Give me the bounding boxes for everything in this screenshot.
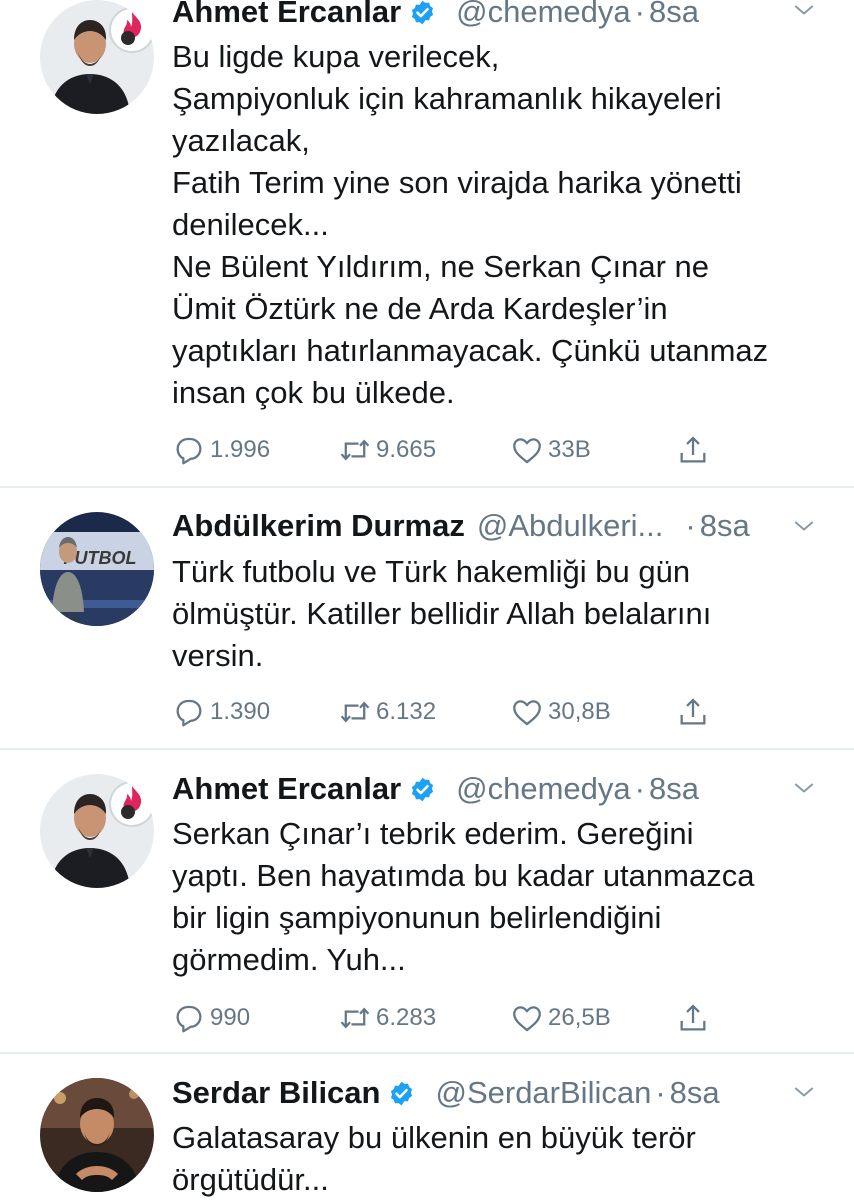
dot-separator: · — [685, 508, 696, 543]
dot-separator: · — [634, 771, 645, 806]
tweet-text-line: ölmüştür. Katiller bellidir Allah belala… — [172, 596, 712, 631]
tweet-text-line: örgütüdür... — [172, 1162, 329, 1197]
share-icon — [676, 1001, 710, 1035]
share-icon — [676, 695, 710, 729]
tweet-text-line: Galatasaray bu ülkenin en büyük terör — [172, 1120, 696, 1155]
tweet-text: Bu ligde kupa verilecek, Şampiyonluk içi… — [172, 36, 814, 414]
tweet-actions: 990 6.283 26,5B — [172, 998, 732, 1038]
share-button[interactable] — [676, 692, 714, 732]
like-icon — [510, 695, 544, 729]
tweet-time[interactable]: 8sa — [700, 508, 750, 544]
tweet-text-line: görmedim. Yuh... — [172, 942, 406, 977]
avatar[interactable] — [40, 774, 154, 888]
tweet-header: Ahmet Ercanlar @chemedya · 8sa — [172, 766, 834, 812]
tweet-text-line: Türk futbolu ve Türk hakemliği bu gün — [172, 554, 691, 589]
retweet-count: 6.132 — [376, 698, 437, 725]
avatar[interactable]: FUTBOL — [40, 512, 154, 626]
verified-badge-icon — [409, 776, 436, 803]
chevron-down-icon[interactable] — [790, 774, 818, 802]
retweet-icon — [338, 1001, 372, 1035]
tweet-text-line: Şampiyonluk için kahramanlık hikayeleri — [172, 81, 722, 116]
tweet-time[interactable]: 8sa — [649, 0, 699, 30]
share-button[interactable] — [676, 998, 714, 1038]
tweet-time[interactable]: 8sa — [670, 1075, 720, 1111]
reply-count: 1.996 — [210, 436, 271, 463]
like-count: 26,5B — [548, 1004, 611, 1031]
tweet-2[interactable]: FUTBOL Abdülkerim Durmaz @Abdulkeri... ·… — [0, 488, 854, 748]
author-name[interactable]: Abdülkerim Durmaz — [172, 508, 465, 544]
avatar[interactable] — [40, 0, 154, 114]
tweet-actions: 1.996 9.665 33B — [172, 430, 732, 470]
author-name[interactable]: Ahmet Ercanlar — [172, 0, 401, 30]
reply-icon — [172, 433, 206, 467]
reply-icon — [172, 695, 206, 729]
reply-button[interactable]: 1.996 — [172, 430, 270, 470]
author-handle[interactable]: @chemedya — [456, 771, 631, 807]
tweet-text-line: versin. — [172, 638, 264, 673]
tweet-text-line: Ümit Öztürk ne de Arda Kardeşler’in — [172, 291, 668, 326]
dot-separator: · — [655, 1075, 666, 1110]
reply-button[interactable]: 990 — [172, 998, 250, 1038]
retweet-count: 6.283 — [376, 1004, 437, 1031]
tweet-text-line: insan çok bu ülkede. — [172, 375, 455, 410]
tweet-actions: 1.390 6.132 30,8B — [172, 692, 732, 732]
reply-count: 990 — [210, 1004, 251, 1031]
dot-separator: · — [634, 0, 645, 29]
tweet-header: Abdülkerim Durmaz @Abdulkeri... · 8sa — [172, 503, 834, 549]
tweet-text-line: yazılacak, — [172, 123, 310, 158]
reply-icon — [172, 1001, 206, 1035]
retweet-button[interactable]: 9.665 — [338, 430, 436, 470]
like-button[interactable]: 26,5B — [510, 998, 611, 1038]
retweet-count: 9.665 — [376, 436, 437, 463]
author-name[interactable]: Serdar Bilican — [172, 1075, 380, 1111]
like-button[interactable]: 33B — [510, 430, 591, 470]
tweet-text: Serkan Çınar’ı tebrik ederim. Gereğini y… — [172, 813, 814, 981]
author-name[interactable]: Ahmet Ercanlar — [172, 771, 401, 807]
like-count: 30,8B — [548, 698, 611, 725]
retweet-button[interactable]: 6.283 — [338, 998, 436, 1038]
share-icon — [676, 433, 710, 467]
retweet-icon — [338, 433, 372, 467]
like-button[interactable]: 30,8B — [510, 692, 611, 732]
like-icon — [510, 1001, 544, 1035]
like-icon — [510, 433, 544, 467]
tweet-time[interactable]: 8sa — [649, 771, 699, 807]
tweet-4[interactable]: Serdar Bilican @SerdarBilican · 8sa Gala… — [0, 1054, 854, 1200]
tweet-text-line: yaptı. Ben hayatımda bu kadar utanmazca — [172, 858, 755, 893]
like-count: 33B — [548, 436, 591, 463]
tweet-text-line: Serkan Çınar’ı tebrik ederim. Gereğini — [172, 816, 694, 851]
reply-count: 1.390 — [210, 698, 271, 725]
tweet-text-line: bir ligin şampiyonunun belirlendiğini — [172, 900, 662, 935]
share-button[interactable] — [676, 430, 714, 470]
tweet-header: Serdar Bilican @SerdarBilican · 8sa — [172, 1070, 834, 1116]
chevron-down-icon[interactable] — [790, 512, 818, 540]
tweet-text-line: Ne Bülent Yıldırım, ne Serkan Çınar ne — [172, 249, 710, 284]
reply-button[interactable]: 1.390 — [172, 692, 270, 732]
author-handle[interactable]: @Abdulkeri... — [477, 508, 664, 544]
author-handle[interactable]: @chemedya — [456, 0, 631, 30]
tweet-text: Türk futbolu ve Türk hakemliği bu gün öl… — [172, 551, 814, 677]
avatar[interactable] — [40, 1078, 154, 1192]
tweet-3[interactable]: Ahmet Ercanlar @chemedya · 8sa Serkan Çı… — [0, 750, 854, 1052]
tweet-text-line: denilecek... — [172, 207, 329, 242]
tweet-text: Galatasaray bu ülkenin en büyük terör ör… — [172, 1117, 814, 1200]
author-handle[interactable]: @SerdarBilican — [435, 1075, 651, 1111]
tweet-text-line: Bu ligde kupa verilecek, — [172, 39, 500, 74]
tweet-text-line: Fatih Terim yine son virajda harika yöne… — [172, 165, 742, 200]
tweet-1[interactable]: Ahmet Ercanlar @chemedya · 8sa Bu ligde … — [0, 0, 854, 486]
tweet-text-line: yaptıkları hatırlanmayacak. Çünkü utanma… — [172, 333, 769, 368]
retweet-button[interactable]: 6.132 — [338, 692, 436, 732]
tweet-header: Ahmet Ercanlar @chemedya · 8sa — [172, 0, 834, 35]
verified-badge-icon — [409, 0, 436, 26]
verified-badge-icon — [388, 1080, 415, 1107]
chevron-down-icon[interactable] — [790, 1078, 818, 1106]
retweet-icon — [338, 695, 372, 729]
chevron-down-icon[interactable] — [790, 0, 818, 24]
